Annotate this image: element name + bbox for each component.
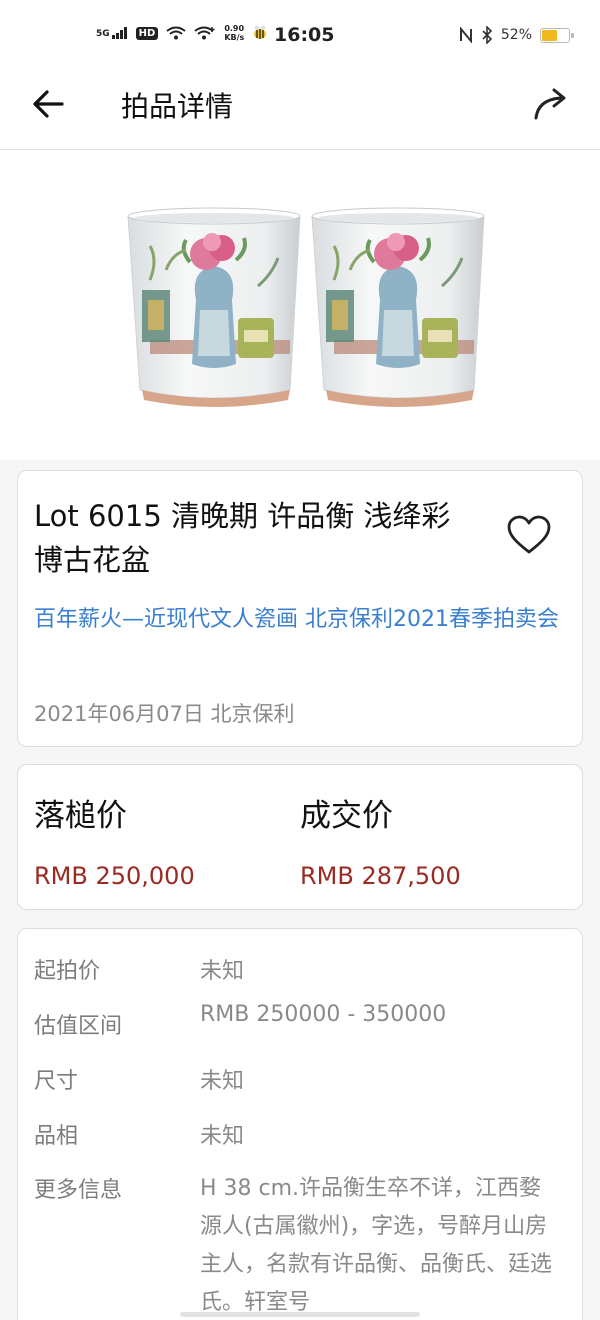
sale-link[interactable]: 百年薪火—近现代文人瓷画 北京保利2021春季拍卖会 (34, 602, 564, 638)
hd-badge: HD (135, 26, 159, 40)
status-left: 5G HD 0.90 KB/s (96, 24, 268, 42)
top-navbar: 拍品详情 (0, 72, 600, 150)
status-bar: 5G HD 0.90 KB/s 16:05 52% (0, 0, 600, 72)
info-label-size: 尺寸 (34, 1069, 79, 1094)
lot-image[interactable] (0, 150, 600, 460)
deal-price-label: 成交价 (300, 798, 393, 834)
network-type: 5G (96, 29, 110, 39)
share-icon[interactable] (530, 82, 574, 126)
info-label-estimate: 估值区间 (34, 1014, 123, 1039)
pot-right (311, 207, 485, 407)
hammer-price-label: 落槌价 (34, 798, 127, 834)
info-value-condition: 未知 (200, 1124, 245, 1149)
info-label-more: 更多信息 (34, 1178, 123, 1203)
bluetooth-icon (482, 26, 493, 44)
sale-date-house: 2021年06月07日 北京保利 (34, 702, 295, 726)
pot-left (127, 207, 301, 407)
battery-percent: 52% (500, 27, 532, 43)
info-label-condition: 品相 (34, 1124, 79, 1149)
status-right: 52% (459, 26, 574, 44)
bee-icon (254, 26, 267, 39)
net-speed-unit: KB/s (224, 33, 245, 42)
net-speed: 0.90 KB/s (224, 24, 244, 42)
hammer-price-value: RMB 250,000 (34, 862, 195, 890)
wifi-icon (166, 26, 186, 40)
home-indicator[interactable] (180, 1312, 420, 1317)
nfc-icon (459, 27, 472, 43)
wifi-plus-icon (194, 26, 215, 40)
battery-tip (571, 32, 574, 38)
back-arrow-icon[interactable] (30, 86, 66, 122)
deal-price-value: RMB 287,500 (300, 862, 461, 890)
flowerpot-pair-image (127, 207, 485, 407)
heart-icon[interactable] (506, 514, 552, 556)
info-value-size: 未知 (200, 1069, 245, 1094)
battery-fill (542, 29, 557, 41)
battery-icon (540, 27, 574, 43)
signal-icon: 5G (96, 27, 128, 39)
info-label-start-price: 起拍价 (34, 959, 101, 984)
page-title: 拍品详情 (121, 90, 234, 123)
net-speed-value: 0.90 (224, 24, 245, 33)
info-value-estimate: RMB 250000 - 350000 (200, 1002, 447, 1027)
clock: 16:05 (274, 24, 335, 46)
lot-title: Lot 6015 清晚期 许品衡 浅绛彩博古花盆 (34, 499, 451, 577)
info-value-start-price: 未知 (200, 959, 245, 984)
info-value-more: H 38 cm.许品衡生卒不详，江西婺源人(古属徽州)，字选，号醉月山房主人，名… (200, 1176, 553, 1315)
